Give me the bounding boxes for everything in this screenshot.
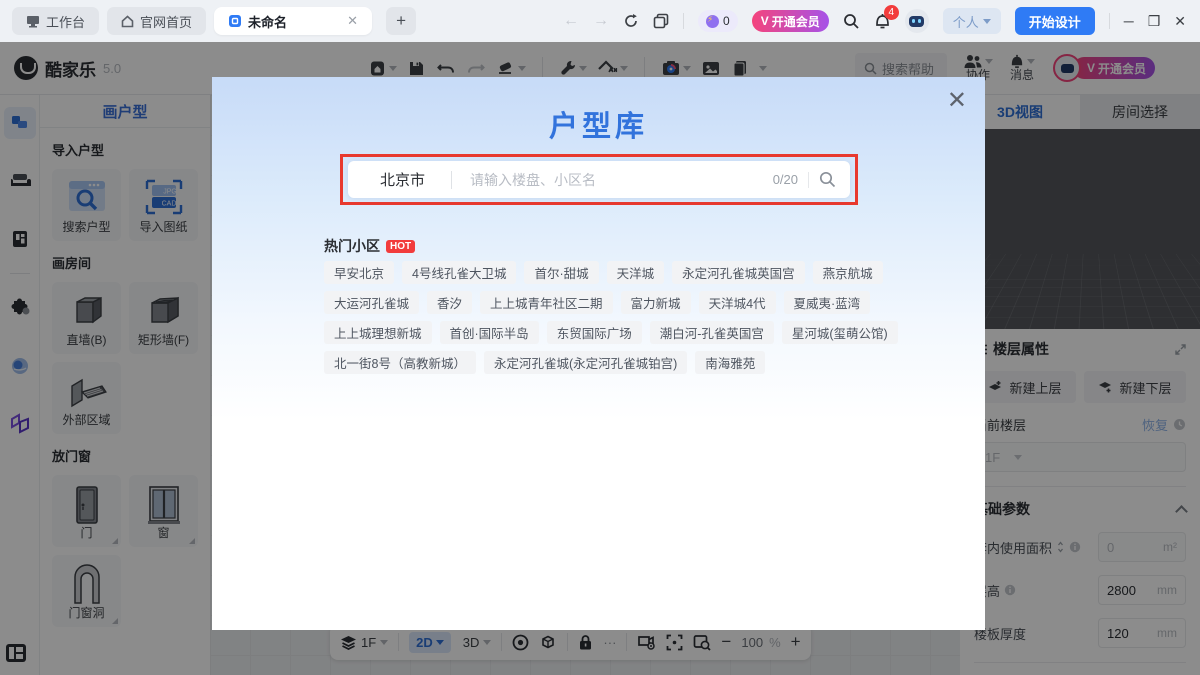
community-tag[interactable]: 北一街8号（高教新城）	[324, 351, 476, 374]
community-tag[interactable]: 天洋城	[607, 261, 665, 284]
home-icon	[121, 15, 134, 28]
hot-badge: HOT	[386, 240, 415, 253]
tab-close-icon[interactable]: ✕	[347, 13, 358, 29]
tab-strip: 工作台 官网首页 未命名 ✕ +	[0, 7, 416, 35]
tab-homepage[interactable]: 官网首页	[107, 7, 206, 35]
floorplan-library-modal: ✕ 户型库 北京市 请输入楼盘、小区名 0/20 热门小区 HOT 早安北京 4号…	[212, 77, 985, 630]
hot-communities-label: 热门小区	[324, 236, 380, 256]
community-tag[interactable]: 天洋城4代	[699, 291, 776, 314]
vip-label: 开通会员	[772, 13, 820, 30]
modal-close-icon[interactable]: ✕	[947, 89, 967, 113]
new-tab-button[interactable]: +	[386, 7, 416, 35]
app-window: 工作台 官网首页 未命名 ✕ + ← → 0 V开通会员 4	[0, 0, 1200, 675]
refresh-icon[interactable]	[623, 13, 639, 29]
maximize-icon[interactable]: ❒	[1148, 13, 1161, 30]
notifications-button[interactable]: 4	[874, 12, 891, 30]
titlebar-right: ← → 0 V开通会员 4 个人 开始设计 ─ ❒ ✕	[563, 7, 1200, 35]
robot-icon	[909, 16, 924, 27]
coin-count: 0	[723, 14, 730, 28]
community-tag[interactable]: 首尔·甜城	[524, 261, 598, 284]
community-tag[interactable]: 香汐	[427, 291, 472, 314]
community-tag[interactable]: 上上城青年社区二期	[480, 291, 613, 314]
app-doc-icon	[228, 14, 242, 28]
community-tag[interactable]: 永定河孔雀城英国宫	[672, 261, 805, 284]
city-selector[interactable]: 北京市	[348, 169, 451, 190]
monitor-icon	[26, 15, 40, 28]
community-tag[interactable]: 南海雅苑	[695, 351, 765, 374]
coin-balance[interactable]: 0	[698, 10, 738, 32]
tab-untitled[interactable]: 未命名 ✕	[214, 7, 372, 35]
divider	[808, 172, 809, 188]
community-tag[interactable]: 潮白河-孔雀英国宫	[650, 321, 774, 344]
community-tag[interactable]: 上上城理想新城	[324, 321, 432, 344]
forward-icon[interactable]: →	[593, 12, 609, 30]
minimize-icon[interactable]: ─	[1124, 13, 1134, 29]
search-icon[interactable]	[819, 171, 836, 188]
notification-badge: 4	[884, 5, 899, 20]
start-design-button[interactable]: 开始设计	[1015, 7, 1095, 35]
community-tag[interactable]: 燕京航城	[813, 261, 883, 284]
hot-tags: 早安北京 4号线孔雀大卫城首尔·甜城天洋城永定河孔雀城英国宫燕京航城大运河孔雀城香…	[324, 261, 898, 374]
titlebar: 工作台 官网首页 未命名 ✕ + ← → 0 V开通会员 4	[0, 0, 1200, 42]
vip-upgrade-button[interactable]: V开通会员	[752, 10, 829, 32]
close-icon[interactable]: ✕	[1174, 13, 1186, 30]
char-counter: 0/20	[773, 172, 798, 187]
account-menu[interactable]: 个人	[943, 8, 1001, 34]
community-tag[interactable]: 永定河孔雀城(永定河孔雀城铂宫)	[484, 351, 687, 374]
community-tag[interactable]: 东贸国际广场	[547, 321, 642, 344]
community-search-bar[interactable]: 北京市 请输入楼盘、小区名 0/20	[348, 161, 850, 198]
tab-workspace[interactable]: 工作台	[12, 7, 99, 35]
community-tag[interactable]: 大运河孔雀城	[324, 291, 419, 314]
tab-label: 官网首页	[140, 12, 192, 31]
community-tag[interactable]: 4号线孔雀大卫城	[402, 261, 516, 284]
tab-label: 工作台	[46, 12, 85, 31]
assistant-avatar[interactable]	[905, 9, 929, 33]
coin-icon	[706, 15, 719, 28]
back-icon[interactable]: ←	[563, 12, 579, 30]
account-label: 个人	[953, 12, 979, 31]
modal-title: 户型库	[212, 103, 985, 145]
app-area: 酷家乐 5.0 搜索帮助	[0, 42, 1200, 675]
tab-label: 未命名	[248, 12, 287, 31]
community-tag[interactable]: 夏威夷·蓝湾	[784, 291, 871, 314]
chevron-down-icon	[983, 19, 991, 24]
community-tag[interactable]: 早安北京	[324, 261, 394, 284]
vip-v-icon: V	[761, 14, 769, 28]
community-tag[interactable]: 星河城(玺萌公馆)	[782, 321, 898, 344]
community-tag[interactable]: 首创·国际半岛	[440, 321, 539, 344]
divider	[1109, 13, 1110, 29]
search-icon[interactable]	[843, 13, 860, 30]
search-placeholder: 请输入楼盘、小区名	[452, 170, 596, 190]
new-tab-label: +	[396, 11, 406, 31]
divider	[683, 13, 684, 29]
community-tag[interactable]: 富力新城	[621, 291, 691, 314]
duplicate-icon[interactable]	[653, 13, 669, 29]
